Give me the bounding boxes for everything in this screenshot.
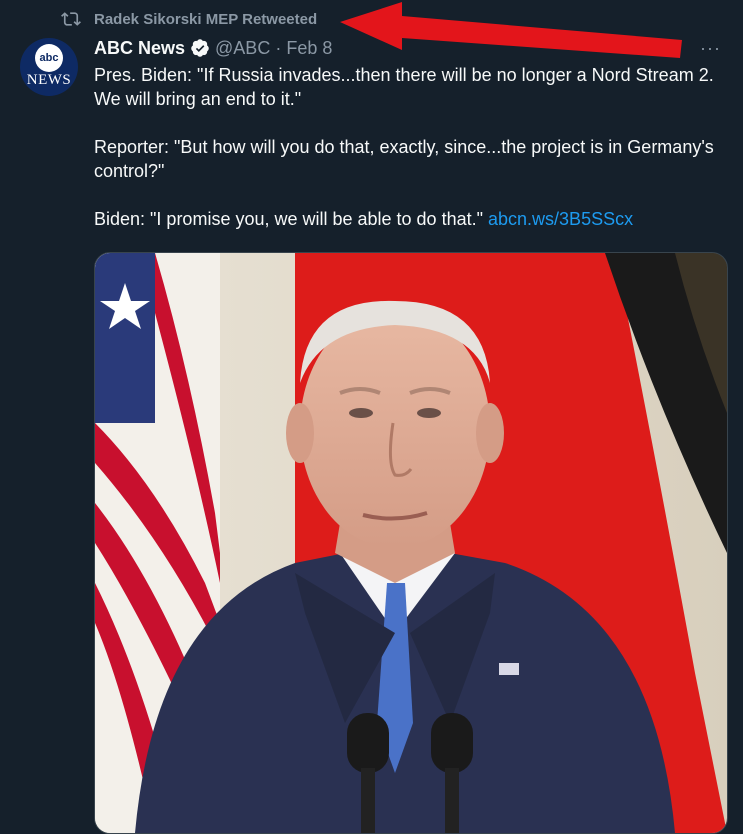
tweet-text: Pres. Biden: "If Russia invades...then t… bbox=[94, 63, 724, 255]
retweet-context[interactable]: Radek Sikorski MEP Retweeted bbox=[60, 8, 317, 30]
author-name[interactable]: ABC News bbox=[94, 38, 185, 59]
tweet-media-video[interactable] bbox=[94, 252, 728, 834]
tweet-header: ABC News @ABC · Feb 8 bbox=[94, 36, 332, 60]
video-frame bbox=[95, 253, 727, 833]
abc-logo: abc bbox=[35, 44, 63, 72]
separator-dot: · bbox=[275, 37, 282, 58]
tweet-paragraph-2: Reporter: "But how will you do that, exa… bbox=[94, 137, 714, 181]
annotation-arrow bbox=[340, 2, 682, 58]
more-options-icon[interactable]: ··· bbox=[700, 38, 721, 59]
retweet-icon bbox=[61, 12, 81, 26]
tweet-date[interactable]: Feb 8 bbox=[286, 38, 332, 59]
verified-badge-icon bbox=[191, 39, 209, 57]
tweet-paragraph-3: Biden: "I promise you, we will be able t… bbox=[94, 207, 724, 231]
tweet-paragraph-3-text: Biden: "I promise you, we will be able t… bbox=[94, 209, 483, 229]
author-handle[interactable]: @ABC bbox=[215, 38, 270, 59]
avatar-news-label: NEWS bbox=[26, 72, 72, 88]
avatar[interactable]: abc NEWS bbox=[20, 38, 78, 96]
tweet-paragraph-1: Pres. Biden: "If Russia invades...then t… bbox=[94, 65, 714, 109]
tweet-link[interactable]: abcn.ws/3B5SScx bbox=[488, 209, 633, 229]
retweet-label: Radek Sikorski MEP Retweeted bbox=[94, 10, 318, 28]
